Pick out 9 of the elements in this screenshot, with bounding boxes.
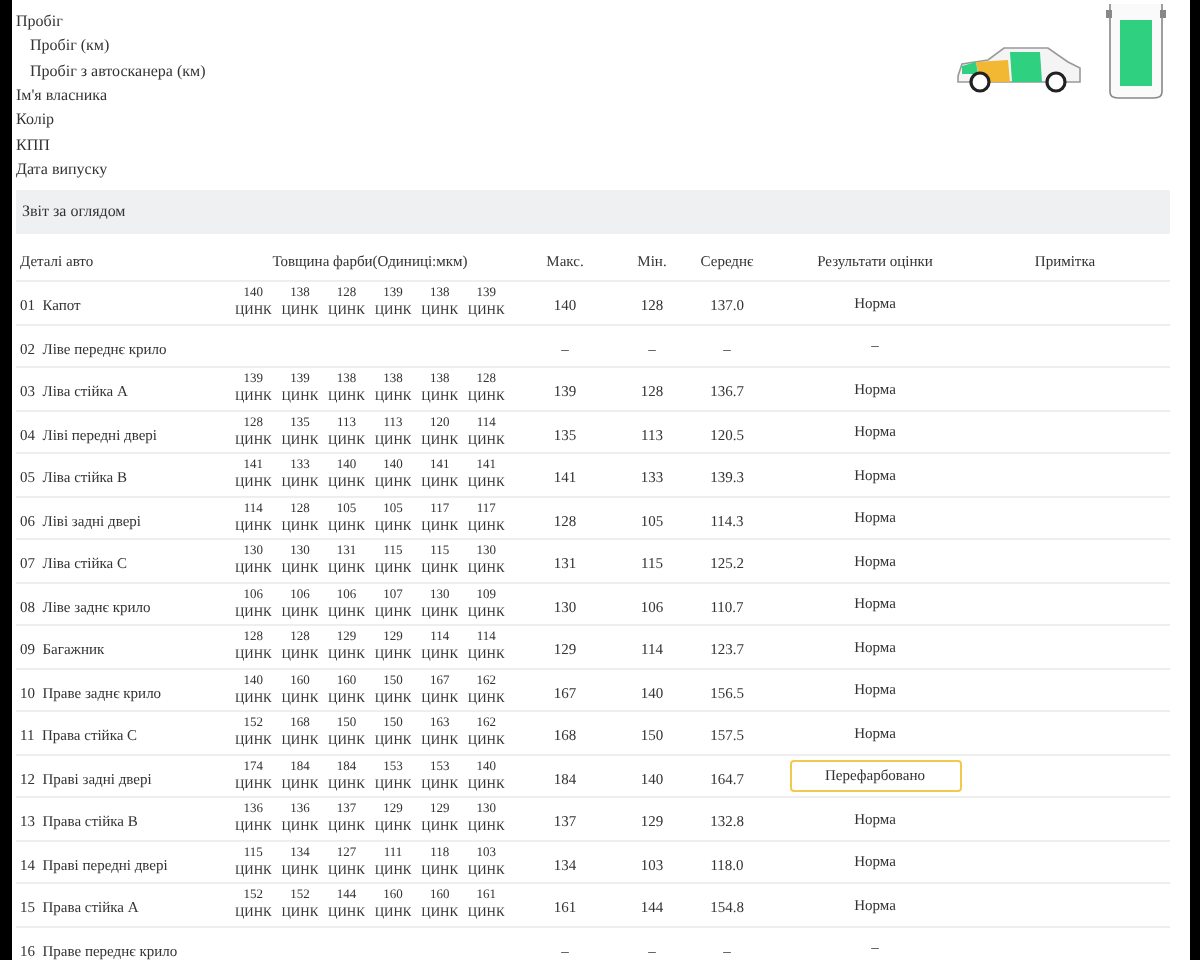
info-label: Колір bbox=[16, 112, 55, 129]
info-label: Ім'я власника bbox=[16, 88, 107, 105]
info-label: Пробіг (км) bbox=[30, 38, 110, 55]
info-label: КПП bbox=[16, 137, 50, 154]
info-label: Пробіг bbox=[16, 14, 63, 31]
section-header: Звіт за оглядом bbox=[16, 190, 1170, 235]
info-label: Дата випуску bbox=[16, 161, 108, 178]
info-label: Пробіг з автосканера (км) bbox=[30, 63, 206, 80]
car-side-drawing bbox=[952, 44, 1084, 96]
